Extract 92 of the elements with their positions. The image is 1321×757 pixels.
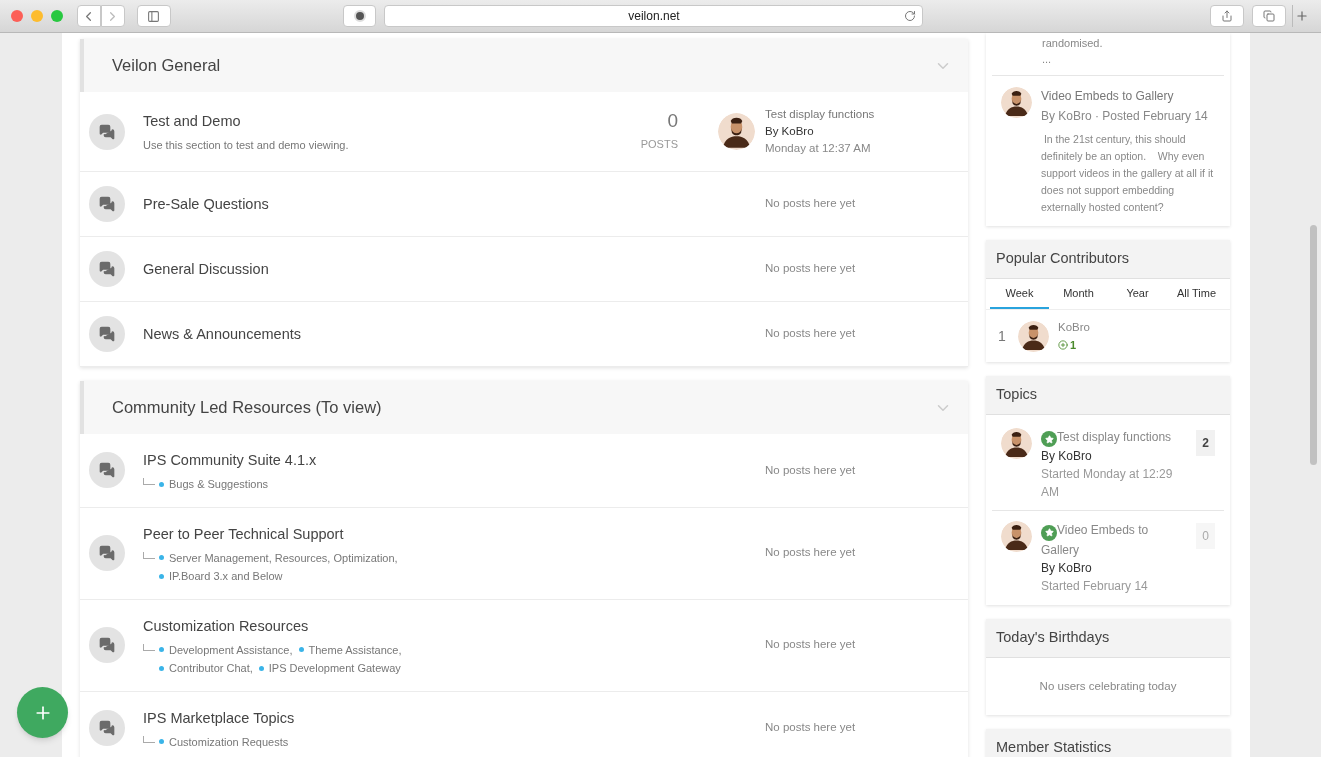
no-posts-text: No posts here yet [765, 637, 856, 653]
plus-circle-icon [1058, 339, 1068, 350]
reload-icon[interactable] [904, 10, 917, 22]
chat-bubbles-icon [99, 719, 115, 736]
tabs-icon [1263, 10, 1276, 22]
star-icon [1044, 528, 1054, 538]
topic-author: By KoBro [1041, 559, 1093, 577]
subforum-branch-icon [143, 551, 155, 559]
avatar [718, 113, 755, 150]
subforum-link[interactable]: Development Assistance, [159, 641, 293, 658]
avatar [1018, 320, 1049, 352]
empty-message: No users celebrating today [1038, 678, 1178, 694]
maximize-window-icon[interactable] [50, 10, 63, 22]
reply-count: 0 [1196, 523, 1215, 550]
avatar [1001, 521, 1032, 553]
category-header[interactable]: Community Led Resources (To view) [80, 381, 968, 434]
forum-title[interactable]: Peer to Peer Technical Support [143, 525, 344, 542]
period-tab[interactable]: All Time [1167, 278, 1226, 310]
chat-bubbles-icon [99, 261, 115, 277]
contributor-name[interactable]: KoBro [1058, 319, 1090, 337]
privacy-button[interactable] [342, 5, 377, 27]
forum-title[interactable]: IPS Community Suite 4.1.x [143, 452, 317, 468]
no-posts-text: No posts here yet [765, 462, 856, 478]
avatar [1001, 87, 1032, 118]
topic-author: By KoBro [1041, 448, 1093, 466]
subforum-link[interactable]: IP.Board 3.x and Below [159, 568, 283, 585]
forum-title[interactable]: Customization Resources [143, 617, 309, 634]
rank-number: 1 [998, 326, 1007, 346]
forum-title[interactable]: Pre-Sale Questions [143, 196, 269, 212]
create-button[interactable] [17, 687, 68, 738]
post-title[interactable]: Video Embeds to Gallery [1041, 87, 1215, 105]
widget-title: Member Statistics [986, 728, 1230, 757]
star-icon [1044, 434, 1054, 444]
no-posts-text: No posts here yet [765, 545, 856, 561]
chat-bubbles-icon [99, 637, 115, 653]
subforum-link[interactable]: Bugs & Suggestions [159, 476, 269, 493]
chat-bubbles-icon [99, 462, 115, 479]
topic-title[interactable]: Video Embeds to Gallery [1041, 521, 1181, 559]
period-tab[interactable]: Month [1049, 278, 1108, 310]
category-header[interactable]: Veilon General [80, 39, 968, 92]
forum-title[interactable]: General Discussion [143, 261, 269, 277]
reputation-count: 1 [1058, 336, 1090, 353]
no-posts-text: No posts here yet [765, 196, 856, 212]
period-tab[interactable]: Year [1108, 278, 1167, 310]
subforum-link[interactable]: IPS Development Gateway [258, 660, 401, 677]
address-field[interactable]: veilon.net [384, 5, 924, 27]
post-meta: By KoBro · Posted February 14 [1041, 108, 1209, 125]
chat-bubbles-icon [99, 196, 115, 212]
forum-title[interactable]: Test and Demo [143, 113, 241, 130]
post-excerpt: In the 21st century, this should definitely be an option. Why even support videos in the gallery at all if it does not support embedding externally hosted content? [1041, 132, 1215, 215]
share-icon [1221, 10, 1234, 22]
forum-description: Use this section to test and demo viewing. [143, 138, 350, 154]
subforum-link[interactable]: Server Management, Resources, Optimization, [159, 549, 398, 566]
minimize-window-icon[interactable] [30, 10, 43, 22]
plus-icon [1294, 9, 1309, 23]
no-posts-text: No posts here yet [765, 326, 856, 342]
reply-count: 2 [1196, 429, 1215, 456]
last-post-title[interactable]: Test display functions [765, 106, 875, 123]
avatar [1001, 427, 1032, 459]
period-tab[interactable]: Week [990, 278, 1049, 310]
subforum-link[interactable]: Theme Assistance, [298, 641, 402, 658]
last-post-time: Monday at 12:37 AM [765, 141, 872, 156]
topic-started: Started February 14 [1041, 577, 1149, 595]
close-window-icon[interactable] [11, 10, 23, 22]
widget-title: Popular Contributors [986, 240, 1230, 279]
chat-bubbles-icon [99, 326, 115, 342]
forward-button[interactable] [100, 5, 125, 27]
topic-started: Started Monday at 12:29 AM [1041, 466, 1174, 502]
forum-title[interactable]: IPS Marketplace Topics [143, 709, 295, 726]
subforum-link[interactable]: Contributor Chat, [159, 660, 253, 677]
ellipsis-text: ... [1042, 52, 1053, 67]
posts-label: POSTS [639, 136, 678, 152]
no-posts-text: No posts here yet [765, 720, 856, 736]
post-excerpt: randomised. [1042, 36, 1104, 51]
widget-title: Topics [986, 376, 1230, 415]
back-button[interactable] [76, 5, 101, 27]
post-count: 0 [666, 110, 678, 130]
chat-bubbles-icon [99, 123, 115, 140]
no-posts-text: No posts here yet [765, 261, 856, 277]
subforum-branch-icon [143, 478, 155, 485]
tabs-button[interactable] [1252, 5, 1287, 27]
chat-bubbles-icon [99, 545, 115, 561]
subforum-branch-icon [143, 735, 155, 743]
sidebar-icon [147, 9, 161, 23]
share-button[interactable] [1210, 5, 1245, 27]
topic-title[interactable]: Test display functions [1041, 427, 1181, 448]
subforum-link[interactable]: Customization Requests [159, 733, 289, 750]
sidebar-button[interactable] [136, 5, 171, 27]
widget-title: Today's Birthdays [986, 618, 1230, 658]
forum-title[interactable]: News & Announcements [143, 326, 301, 342]
subforum-branch-icon [143, 643, 155, 651]
last-post-author[interactable]: By KoBro [765, 123, 875, 140]
